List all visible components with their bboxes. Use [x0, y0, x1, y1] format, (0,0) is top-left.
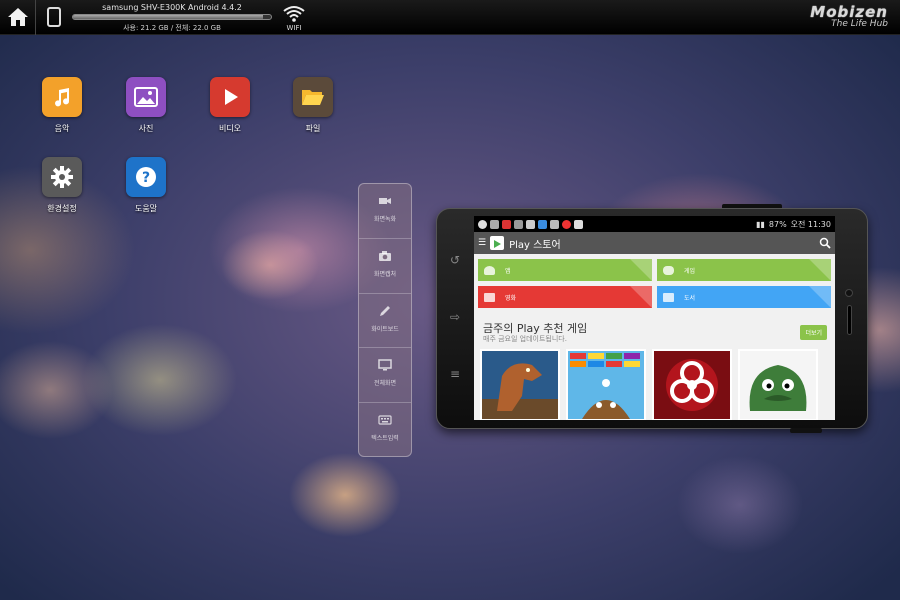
speaker-grille: [847, 305, 852, 335]
android-icon: [484, 265, 495, 275]
mirror-toolbar: 화면녹화 화면캡처 화이트보드 전체화면 텍스트입력: [358, 183, 412, 457]
notification-icons: [478, 219, 583, 229]
drawer-icon[interactable]: ☰: [478, 238, 486, 248]
usb-icon: [490, 219, 499, 229]
sync-icon: [478, 219, 487, 229]
game-cards: [480, 349, 818, 420]
gear-icon: [42, 157, 82, 197]
top-bar: samsung SHV-E300K Android 4.4.2 사용: 21.2…: [0, 0, 900, 35]
category-games[interactable]: 게임: [657, 259, 831, 281]
desktop-icon-label: 파일: [305, 124, 321, 133]
app-notification-icon: [562, 219, 571, 229]
status-indicators: ▮▮ 87% 오전 11:30: [756, 219, 831, 230]
storage-bar: [72, 14, 272, 20]
wifi-icon: [283, 5, 305, 23]
video-camera-icon: [379, 198, 391, 204]
game-card[interactable]: [738, 349, 818, 420]
tool-label: 텍스트입력: [371, 435, 399, 443]
play-store-app-bar: ☰ Play 스토어: [474, 232, 835, 254]
mobizen-logo: Mobizen The Life Hub: [810, 3, 888, 29]
status-time: 오전 11:30: [790, 219, 831, 229]
phone-bottom-button: [790, 428, 822, 433]
game-card[interactable]: [566, 349, 646, 420]
camera-icon: [379, 250, 391, 261]
storage-fill: [73, 15, 264, 19]
tool-label: 화면캡처: [373, 270, 397, 278]
pencil-icon: [380, 305, 390, 316]
app-notification-icon: [502, 219, 511, 229]
app-notification-icon: [550, 219, 559, 229]
desktop-icon-label: 비디오: [218, 124, 242, 133]
desktop-icon-settings[interactable]: 환경설정: [32, 157, 92, 214]
desktop-icon-label: 음악: [54, 124, 70, 133]
category-label: 도서: [684, 294, 696, 302]
keyboard-icon: [378, 415, 392, 425]
desktop-icon-label: 도움말: [134, 204, 158, 213]
brick-game-icon: [568, 351, 644, 419]
music-icon: [42, 77, 82, 117]
fullscreen-button[interactable]: 전체화면: [359, 348, 411, 404]
biohazard-game-icon: [654, 351, 730, 419]
game-card[interactable]: [652, 349, 732, 420]
status-bar: ▮▮ 87% 오전 11:30: [474, 216, 835, 232]
category-grid: 앱 게임 영화 도서: [474, 254, 835, 308]
battery-percent: 87%: [768, 219, 787, 229]
desktop-icon-label: 사진: [138, 124, 154, 133]
app-notification-icon: [514, 219, 523, 229]
tool-label: 화면녹화: [373, 216, 397, 223]
home-key-icon[interactable]: ⇨: [445, 310, 465, 324]
monitor-icon: [378, 359, 392, 371]
app-notification-icon: [574, 219, 583, 229]
app-title: Play 스토어: [509, 239, 561, 251]
green-creature-game-icon: [740, 351, 816, 419]
desktop-icon-files[interactable]: 파일: [283, 77, 343, 134]
desktop-icon-label: 환경설정: [47, 204, 77, 213]
phone-icon: [47, 7, 61, 27]
book-icon: [663, 292, 674, 302]
tool-label: 전체화면: [373, 380, 397, 388]
section-subtitle: 매주 금요일 업데이트됩니다.: [483, 335, 567, 343]
signal-icon: ▮▮: [756, 219, 765, 229]
gamepad-icon: [663, 265, 674, 275]
front-camera: [845, 289, 853, 297]
desktop-icon-music[interactable]: 음악: [32, 77, 92, 134]
wifi-label: WIFI: [286, 24, 302, 32]
category-label: 게임: [684, 267, 696, 275]
app-notification-icon: [538, 219, 547, 229]
film-icon: [484, 292, 495, 302]
tool-label: 화이트보드: [371, 325, 399, 333]
phone-screen[interactable]: ▮▮ 87% 오전 11:30 ☰ Play 스토어 앱 게임 영화 도서 금주…: [474, 216, 835, 420]
home-icon[interactable]: [6, 6, 30, 28]
category-label: 앱: [505, 267, 511, 275]
desktop-icon-photo[interactable]: 사진: [116, 77, 176, 134]
category-label: 영화: [505, 294, 517, 302]
menu-key-icon[interactable]: ≡: [445, 367, 465, 381]
back-icon[interactable]: ↺: [445, 253, 465, 267]
category-apps[interactable]: 앱: [478, 259, 652, 281]
text-input-button[interactable]: 텍스트입력: [359, 403, 411, 456]
storage-text: 사용: 21.2 GB / 전체: 22.0 GB: [123, 24, 221, 32]
svg-text:?: ?: [142, 170, 150, 186]
device-name: samsung SHV-E300K Android 4.4.2: [102, 3, 242, 12]
question-icon: ?: [126, 157, 166, 197]
screen-capture-button[interactable]: 화면캡처: [359, 239, 411, 294]
app-notification-icon: [526, 219, 535, 229]
more-button[interactable]: 더보기: [800, 325, 827, 340]
play-icon: [210, 77, 250, 117]
play-store-icon: [490, 236, 505, 250]
desktop-icon-help[interactable]: ? 도움말: [116, 157, 176, 214]
search-icon[interactable]: [819, 237, 831, 249]
category-books[interactable]: 도서: [657, 286, 831, 308]
photo-icon: [126, 77, 166, 117]
desktop-icon-video[interactable]: 비디오: [200, 77, 260, 134]
folder-icon: [293, 77, 333, 117]
screen-record-button[interactable]: 화면녹화: [359, 184, 411, 239]
category-movies[interactable]: 영화: [478, 286, 652, 308]
dinosaur-game-icon: [482, 351, 558, 419]
whiteboard-button[interactable]: 화이트보드: [359, 294, 411, 349]
game-card[interactable]: [480, 349, 560, 420]
divider: [35, 0, 36, 35]
